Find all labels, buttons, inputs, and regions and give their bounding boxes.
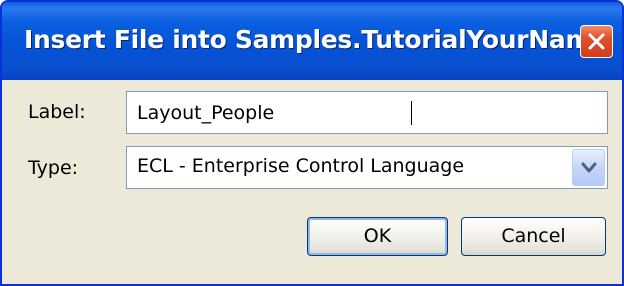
cancel-button[interactable]: Cancel bbox=[461, 217, 606, 256]
text-caret bbox=[411, 101, 412, 125]
close-icon bbox=[588, 33, 605, 50]
label-input[interactable] bbox=[127, 92, 607, 133]
dialog-title: Insert File into Samples.TutorialYourNam… bbox=[24, 25, 608, 54]
ok-button[interactable]: OK bbox=[307, 217, 448, 256]
label-field[interactable] bbox=[126, 91, 608, 134]
type-select[interactable]: ECL - Enterprise Control Language bbox=[126, 146, 608, 189]
title-bar[interactable]: Insert File into Samples.TutorialYourNam… bbox=[2, 2, 622, 80]
chevron-down-icon bbox=[581, 162, 597, 173]
insert-file-dialog: Insert File into Samples.TutorialYourNam… bbox=[0, 0, 624, 286]
type-dropdown-button[interactable] bbox=[572, 149, 605, 186]
close-button[interactable] bbox=[580, 25, 613, 58]
label-field-caption: Label: bbox=[28, 101, 86, 123]
type-select-value: ECL - Enterprise Control Language bbox=[137, 155, 465, 177]
type-field-caption: Type: bbox=[28, 157, 79, 179]
